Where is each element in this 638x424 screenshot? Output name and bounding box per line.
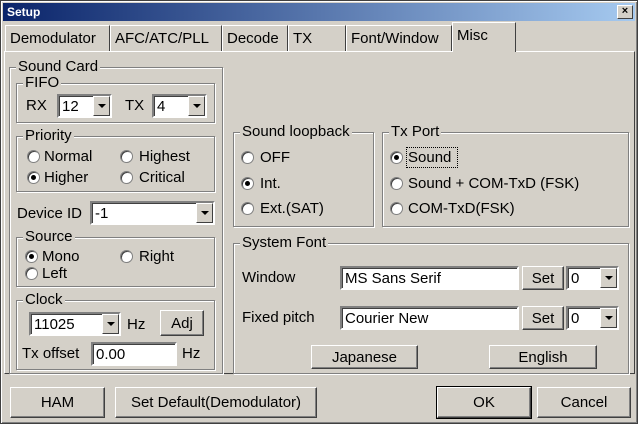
tx-offset-value: 0.00 bbox=[96, 346, 126, 363]
fifo-rx-select[interactable]: 12 bbox=[57, 94, 112, 118]
set-default-demodulator-button[interactable]: Set Default(Demodulator) bbox=[115, 387, 317, 418]
source-mono-radio[interactable] bbox=[25, 250, 38, 263]
window-charset-select[interactable]: 0 bbox=[566, 266, 619, 290]
priority-highest-radio[interactable] bbox=[120, 150, 133, 163]
fixed-pitch-set-button[interactable]: Set bbox=[522, 306, 564, 330]
fifo-legend: FIFO bbox=[23, 74, 62, 92]
fixed-pitch-font-value: Courier New bbox=[345, 310, 429, 327]
fifo-tx-label: TX bbox=[125, 97, 145, 114]
tx-port-sound-com-fsk-radio[interactable] bbox=[390, 177, 403, 190]
fixed-charset-value: 0 bbox=[571, 310, 580, 327]
loopback-int-label[interactable]: Int. bbox=[260, 175, 281, 193]
loopback-int-radio[interactable] bbox=[241, 177, 254, 190]
chevron-down-icon[interactable] bbox=[102, 314, 119, 334]
tx-offset-label: Tx offset bbox=[22, 345, 80, 362]
chevron-down-icon[interactable] bbox=[196, 203, 213, 223]
tx-offset-unit-label: Hz bbox=[182, 345, 201, 362]
chevron-down-icon[interactable] bbox=[600, 268, 617, 288]
clock-legend: Clock bbox=[23, 291, 65, 309]
priority-critical-label[interactable]: Critical bbox=[139, 169, 185, 187]
window-charset-value: 0 bbox=[571, 270, 580, 287]
fixed-charset-select[interactable]: 0 bbox=[566, 306, 619, 330]
window-font-value: MS Sans Serif bbox=[345, 270, 441, 287]
priority-higher-label[interactable]: Higher bbox=[44, 169, 88, 187]
loopback-ext-sat-label[interactable]: Ext.(SAT) bbox=[260, 200, 324, 218]
priority-normal-label[interactable]: Normal bbox=[44, 148, 92, 166]
priority-higher-radio[interactable] bbox=[27, 171, 40, 184]
setup-dialog: Setup × Demodulator AFC/ATC/PLL Decode T… bbox=[0, 0, 638, 424]
fixed-pitch-label: Fixed pitch bbox=[242, 309, 315, 326]
tx-port-sound-radio[interactable] bbox=[390, 151, 403, 164]
chevron-down-icon[interactable] bbox=[600, 308, 617, 328]
clock-rate-value: 11025 bbox=[34, 316, 75, 333]
tx-port-com-fsk-radio[interactable] bbox=[390, 202, 403, 215]
cancel-button[interactable]: Cancel bbox=[537, 387, 631, 418]
clock-rate-select[interactable]: 11025 bbox=[29, 312, 121, 336]
system-font-legend: System Font bbox=[240, 234, 329, 252]
loopback-off-label[interactable]: OFF bbox=[260, 149, 290, 167]
loopback-ext-sat-radio[interactable] bbox=[241, 202, 254, 215]
clock-unit-label: Hz bbox=[127, 316, 146, 333]
adj-button[interactable]: Adj bbox=[160, 310, 204, 336]
window-font-set-button[interactable]: Set bbox=[522, 266, 564, 290]
priority-critical-radio[interactable] bbox=[120, 171, 133, 184]
fifo-rx-value: 12 bbox=[62, 98, 79, 115]
fifo-tx-select[interactable]: 4 bbox=[152, 94, 207, 118]
ok-button[interactable]: OK bbox=[436, 386, 532, 419]
fifo-tx-value: 4 bbox=[157, 98, 166, 115]
priority-highest-label[interactable]: Highest bbox=[139, 148, 190, 166]
device-id-select[interactable]: -1 bbox=[90, 201, 215, 225]
source-mono-label[interactable]: Mono bbox=[42, 248, 80, 266]
ham-button[interactable]: HAM bbox=[10, 387, 105, 418]
japanese-button[interactable]: Japanese bbox=[311, 345, 418, 369]
window-font-input[interactable]: MS Sans Serif bbox=[340, 266, 519, 290]
source-left-radio[interactable] bbox=[25, 267, 38, 280]
english-button[interactable]: English bbox=[489, 345, 597, 369]
loopback-off-radio[interactable] bbox=[241, 151, 254, 164]
tx-port-sound-com-fsk-label[interactable]: Sound + COM-TxD (FSK) bbox=[408, 175, 579, 193]
source-legend: Source bbox=[23, 228, 75, 246]
chevron-down-icon[interactable] bbox=[188, 96, 205, 116]
tx-port-legend: Tx Port bbox=[389, 123, 442, 141]
tx-port-com-fsk-label[interactable]: COM-TxD(FSK) bbox=[408, 200, 515, 218]
fifo-rx-label: RX bbox=[26, 97, 47, 114]
source-right-radio[interactable] bbox=[120, 250, 133, 263]
device-id-value: -1 bbox=[95, 205, 109, 222]
source-right-label[interactable]: Right bbox=[139, 248, 174, 266]
priority-normal-radio[interactable] bbox=[27, 150, 40, 163]
sound-loopback-legend: Sound loopback bbox=[240, 123, 352, 141]
focus-rectangle bbox=[406, 147, 458, 168]
source-left-label[interactable]: Left bbox=[42, 265, 67, 283]
chevron-down-icon[interactable] bbox=[93, 96, 110, 116]
window-font-label: Window bbox=[242, 269, 296, 286]
device-id-label: Device ID bbox=[17, 205, 83, 222]
fixed-pitch-font-input[interactable]: Courier New bbox=[340, 306, 519, 330]
priority-legend: Priority bbox=[23, 127, 74, 145]
tx-offset-input[interactable]: 0.00 bbox=[91, 342, 177, 366]
